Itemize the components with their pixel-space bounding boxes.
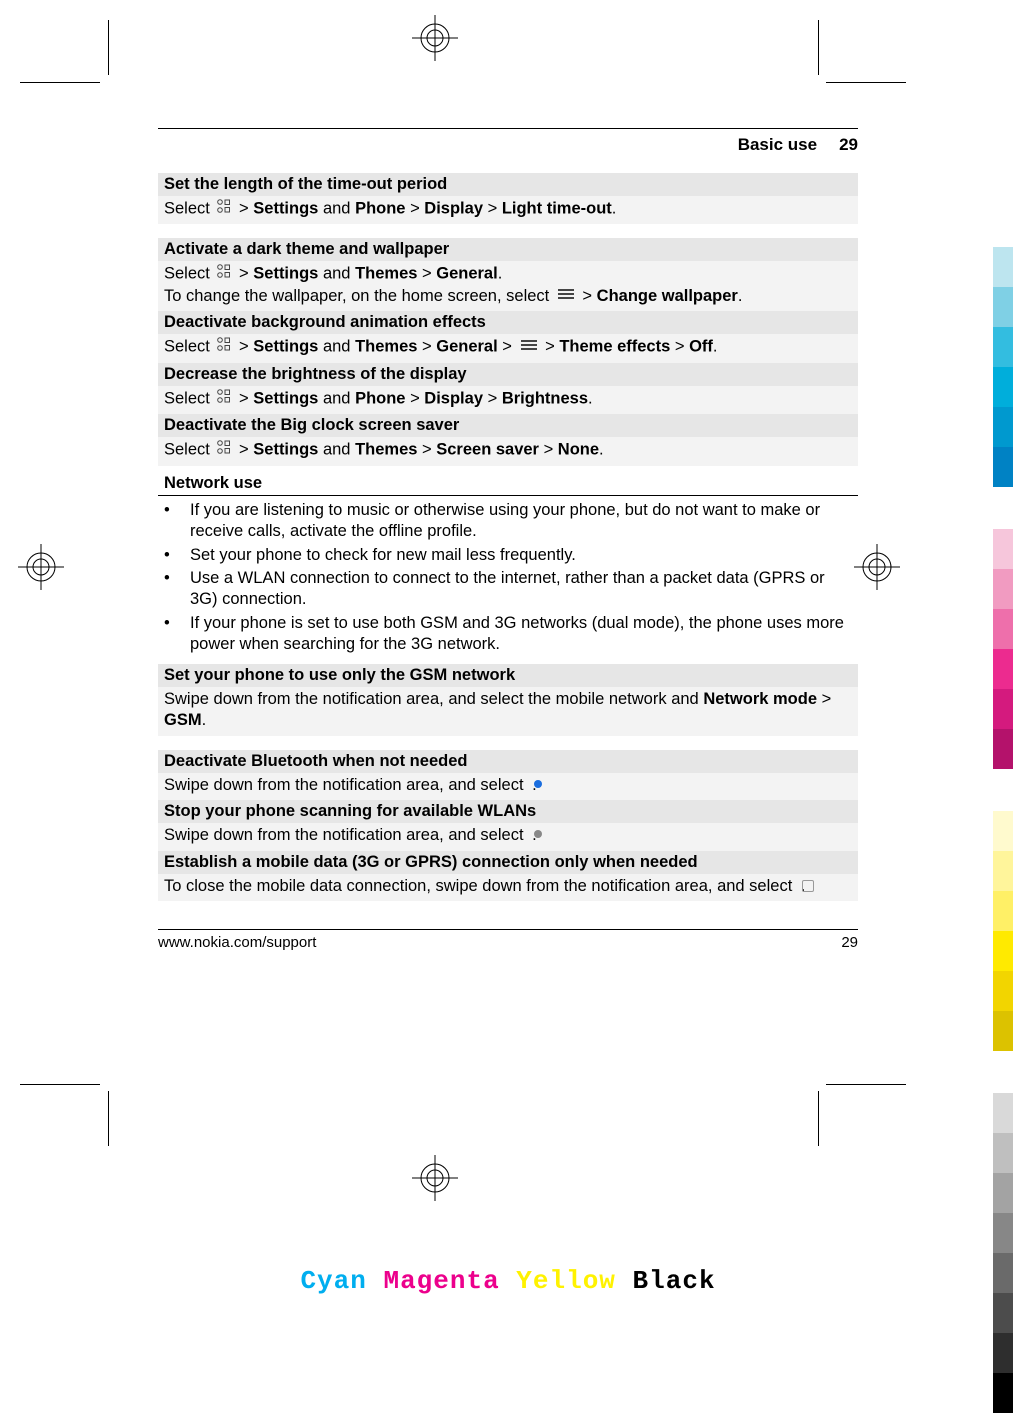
instruction-body: Select > Settings and Phone > Display > …	[158, 196, 858, 224]
registration-mark-icon	[412, 15, 458, 61]
options-icon	[519, 338, 539, 356]
instruction-block: Establish a mobile data (3G or GPRS) con…	[158, 851, 858, 874]
menu-icon	[216, 338, 232, 356]
registration-mark-icon	[854, 544, 900, 590]
bullet-item: •Set your phone to check for new mail le…	[164, 545, 852, 566]
crop-mark	[826, 82, 906, 83]
page-content: Basic use 29 Set the length of the time-…	[158, 128, 858, 951]
instruction-body: Swipe down from the notification area, a…	[158, 823, 858, 851]
color-swatch	[993, 1173, 1013, 1213]
options-icon	[556, 287, 576, 305]
instruction-body: Select > Settings and Themes > General >…	[158, 334, 858, 362]
color-swatch	[993, 367, 1013, 407]
section-heading: Network use	[158, 474, 858, 496]
block-title: Establish a mobile data (3G or GPRS) con…	[164, 853, 852, 872]
instruction-block: Decrease the brightness of the display	[158, 363, 858, 386]
bullet-item: •Use a WLAN connection to connect to the…	[164, 568, 852, 611]
color-swatch	[993, 287, 1013, 327]
page-header: Basic use 29	[158, 135, 858, 155]
page-number-top: 29	[839, 135, 858, 155]
page-number-bottom: 29	[841, 934, 858, 951]
bullet-dot: •	[164, 568, 190, 611]
color-swatch	[993, 1293, 1013, 1333]
instruction-block: Deactivate background animation effects	[158, 311, 858, 334]
color-swatch	[993, 1333, 1013, 1373]
crop-mark	[108, 20, 109, 75]
instruction-block: Activate a dark theme and wallpaper	[158, 238, 858, 261]
instruction-block: Set the length of the time-out period	[158, 173, 858, 196]
color-swatch	[993, 1133, 1013, 1173]
instruction-block: Deactivate Bluetooth when not needed	[158, 750, 858, 773]
header-rule	[158, 128, 858, 129]
instruction-body: Select > Settings and Phone > Display > …	[158, 386, 858, 414]
block-title: Deactivate the Big clock screen saver	[164, 416, 852, 435]
menu-icon	[216, 441, 232, 459]
menu-icon	[216, 390, 232, 408]
color-swatch	[993, 609, 1013, 649]
instruction-body: Swipe down from the notification area, a…	[158, 773, 858, 801]
color-swatch	[993, 689, 1013, 729]
color-swatch	[993, 729, 1013, 769]
color-swatch	[993, 891, 1013, 931]
color-swatch	[993, 447, 1013, 487]
crop-mark	[20, 82, 100, 83]
menu-icon	[216, 200, 232, 218]
color-swatch	[993, 247, 1013, 287]
page-footer: www.nokia.com/support 29	[158, 929, 858, 951]
block-title: Deactivate Bluetooth when not needed	[164, 752, 852, 771]
instruction-body: To close the mobile data connection, swi…	[158, 874, 858, 902]
block-title: Set the length of the time-out period	[164, 175, 852, 194]
color-swatch	[993, 851, 1013, 891]
block-title: Decrease the brightness of the display	[164, 365, 852, 384]
color-swatch	[993, 931, 1013, 971]
bullet-item: •If your phone is set to use both GSM an…	[164, 613, 852, 656]
block-title: Activate a dark theme and wallpaper	[164, 240, 852, 259]
color-swatch	[993, 1373, 1013, 1413]
bullet-dot: •	[164, 500, 190, 543]
footer-url: www.nokia.com/support	[158, 934, 316, 951]
bullet-item: •If you are listening to music or otherw…	[164, 500, 852, 543]
registration-mark-icon	[18, 544, 64, 590]
bullet-list: •If you are listening to music or otherw…	[158, 496, 858, 664]
bullet-dot: •	[164, 545, 190, 566]
block-title: Set your phone to use only the GSM netwo…	[164, 666, 852, 685]
color-swatch	[993, 407, 1013, 447]
color-swatch	[993, 1011, 1013, 1051]
instruction-body: Select > Settings and Themes > Screen sa…	[158, 437, 858, 465]
bullet-dot: •	[164, 613, 190, 656]
color-swatch	[993, 1093, 1013, 1133]
instruction-body: Select > Settings and Themes > General. …	[158, 261, 858, 311]
crop-mark	[826, 1084, 906, 1085]
color-swatch	[993, 569, 1013, 609]
instruction-block: Set your phone to use only the GSM netwo…	[158, 664, 858, 687]
crop-mark	[818, 20, 819, 75]
section-title: Basic use	[738, 135, 817, 155]
bullet-text: Set your phone to check for new mail les…	[190, 545, 852, 566]
cmyk-label: Cyan Magenta Yellow Black	[0, 1266, 1016, 1296]
color-bars	[993, 247, 1013, 1413]
instruction-block: Deactivate the Big clock screen saver	[158, 414, 858, 437]
registration-mark-icon	[412, 1155, 458, 1201]
block-title: Deactivate background animation effects	[164, 313, 852, 332]
color-swatch	[993, 649, 1013, 689]
color-swatch	[993, 529, 1013, 569]
instruction-body: Swipe down from the notification area, a…	[158, 687, 858, 736]
menu-icon	[216, 265, 232, 283]
color-swatch	[993, 971, 1013, 1011]
instruction-block: Stop your phone scanning for available W…	[158, 800, 858, 823]
color-swatch	[993, 1213, 1013, 1253]
bullet-text: If you are listening to music or otherwi…	[190, 500, 852, 543]
block-title: Stop your phone scanning for available W…	[164, 802, 852, 821]
crop-mark	[20, 1084, 100, 1085]
color-swatch	[993, 811, 1013, 851]
bullet-text: If your phone is set to use both GSM and…	[190, 613, 852, 656]
bullet-text: Use a WLAN connection to connect to the …	[190, 568, 852, 611]
crop-mark	[818, 1091, 819, 1146]
crop-mark	[108, 1091, 109, 1146]
color-swatch	[993, 327, 1013, 367]
